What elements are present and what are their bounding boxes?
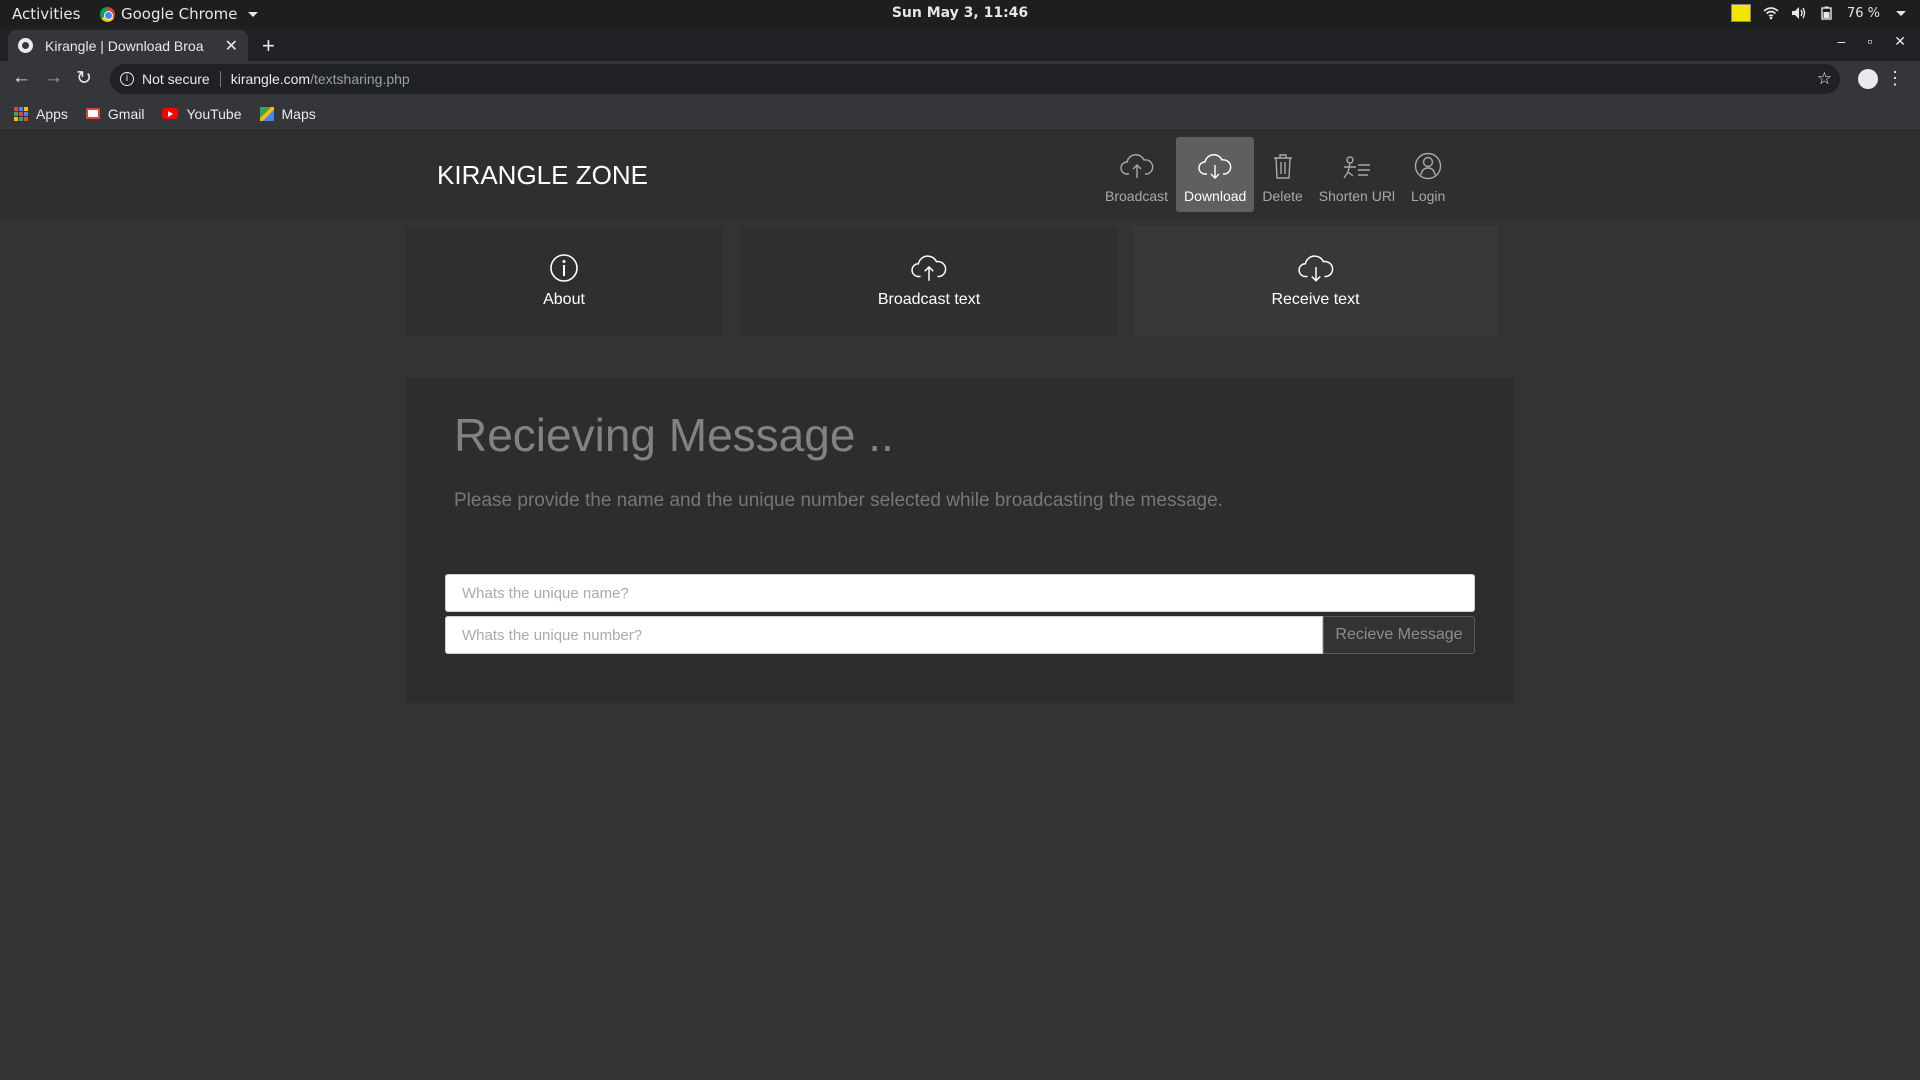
tab-title: Kirangle | Download Broa bbox=[45, 37, 204, 54]
url-host: kirangle.com bbox=[230, 71, 311, 87]
nav-label: Shorten URl bbox=[1318, 188, 1396, 204]
nav-label: Download bbox=[1184, 188, 1247, 204]
window-controls: – ▫ ✕ bbox=[1838, 33, 1907, 50]
card-about[interactable]: About bbox=[406, 226, 722, 336]
feature-cards: About Broadcast text Receive text bbox=[0, 226, 1920, 336]
wifi-icon bbox=[1763, 7, 1779, 20]
browser-toolbar: ← → ↻ i Not secure kirangle.com/textshar… bbox=[0, 61, 1920, 97]
divider bbox=[219, 71, 221, 87]
card-broadcast-text[interactable]: Broadcast text bbox=[740, 226, 1118, 336]
nav-label: Delete bbox=[1262, 188, 1303, 204]
cloud-download-icon bbox=[1297, 255, 1333, 282]
card-label: Broadcast text bbox=[877, 291, 981, 308]
more-menu-icon[interactable]: ⋮ bbox=[1886, 68, 1904, 89]
info-icon bbox=[550, 254, 578, 282]
bookmark-gmail[interactable]: Gmail bbox=[85, 105, 145, 122]
security-label: Not secure bbox=[142, 71, 210, 87]
user-icon bbox=[1414, 152, 1442, 180]
trash-icon bbox=[1273, 154, 1292, 179]
bookmark-apps[interactable]: Apps bbox=[14, 106, 68, 122]
nav-login[interactable]: Login bbox=[1403, 137, 1453, 212]
panel-description: Please provide the name and the unique n… bbox=[454, 490, 1223, 511]
clock[interactable]: Sun May 3, 11:46 bbox=[0, 5, 1920, 21]
bookmark-label: Gmail bbox=[107, 105, 145, 122]
receive-message-button[interactable]: Recieve Message bbox=[1323, 616, 1475, 654]
reload-icon[interactable]: ↻ bbox=[76, 67, 92, 90]
site-brand[interactable]: KIRANGLE ZONE bbox=[437, 160, 648, 191]
card-label: Receive text bbox=[1271, 291, 1360, 308]
bookmark-youtube[interactable]: YouTube bbox=[162, 105, 242, 122]
system-tray[interactable]: 76 % bbox=[1730, 4, 1906, 22]
account-avatar-icon[interactable] bbox=[1858, 69, 1878, 89]
bookmark-label: Apps bbox=[36, 105, 68, 122]
back-icon[interactable]: ← bbox=[12, 67, 31, 89]
chevron-down-icon bbox=[1896, 10, 1906, 16]
shorten-url-icon bbox=[1343, 156, 1370, 179]
nav-shorten-url[interactable]: Shorten URl bbox=[1311, 137, 1403, 212]
apps-grid-icon bbox=[14, 106, 28, 121]
url-path: /textsharing.php bbox=[310, 71, 410, 87]
maximize-icon[interactable]: ▫ bbox=[1867, 33, 1872, 50]
site-favicon-icon bbox=[18, 38, 33, 53]
bookmark-label: YouTube bbox=[186, 105, 242, 122]
card-label: About bbox=[543, 291, 585, 308]
web-page: KIRANGLE ZONE Broadcast Download Delete … bbox=[0, 132, 1920, 1080]
bookmarks-bar: Apps Gmail YouTube Maps bbox=[0, 97, 1920, 131]
cloud-upload-icon bbox=[911, 255, 947, 281]
nav-broadcast[interactable]: Broadcast bbox=[1097, 137, 1176, 212]
forward-icon[interactable]: → bbox=[44, 67, 63, 89]
site-navbar: KIRANGLE ZONE Broadcast Download Delete … bbox=[0, 132, 1920, 218]
cloud-download-icon bbox=[1198, 154, 1232, 179]
notes-icon[interactable] bbox=[1730, 4, 1751, 22]
cloud-upload-icon bbox=[1119, 154, 1153, 178]
close-window-icon[interactable]: ✕ bbox=[1894, 33, 1906, 50]
site-nav-menu: Broadcast Download Delete Shorten URl Lo… bbox=[1097, 137, 1453, 212]
battery-icon bbox=[1821, 6, 1832, 20]
bookmark-star-icon[interactable]: ☆ bbox=[1817, 69, 1832, 89]
browser-tab[interactable]: Kirangle | Download Broa ✕ bbox=[8, 30, 248, 61]
unique-name-input[interactable] bbox=[445, 574, 1475, 612]
youtube-icon bbox=[162, 108, 179, 119]
nav-label: Login bbox=[1411, 188, 1446, 204]
receive-message-panel: Recieving Message .. Please provide the … bbox=[406, 378, 1514, 703]
minimize-icon[interactable]: – bbox=[1838, 33, 1846, 50]
new-tab-button[interactable]: + bbox=[262, 33, 275, 59]
bookmark-label: Maps bbox=[281, 105, 316, 122]
info-icon[interactable]: i bbox=[120, 72, 134, 86]
address-bar[interactable]: i Not secure kirangle.com/textsharing.ph… bbox=[110, 64, 1840, 94]
panel-heading: Recieving Message .. bbox=[454, 409, 894, 461]
bookmark-maps[interactable]: Maps bbox=[259, 105, 316, 122]
card-receive-text[interactable]: Receive text bbox=[1133, 226, 1498, 336]
close-tab-icon[interactable]: ✕ bbox=[225, 36, 238, 56]
nav-download[interactable]: Download bbox=[1176, 137, 1255, 212]
nav-delete[interactable]: Delete bbox=[1254, 137, 1310, 212]
nav-label: Broadcast bbox=[1105, 188, 1169, 204]
tab-strip: Kirangle | Download Broa ✕ + – ▫ ✕ bbox=[0, 27, 1920, 61]
maps-icon bbox=[259, 106, 274, 121]
system-top-bar: Activities Google Chrome Sun May 3, 11:4… bbox=[0, 0, 1920, 27]
battery-percent: 76 % bbox=[1846, 5, 1880, 21]
unique-number-input[interactable] bbox=[445, 616, 1323, 654]
gmail-icon bbox=[85, 108, 100, 119]
volume-icon bbox=[1791, 7, 1806, 19]
